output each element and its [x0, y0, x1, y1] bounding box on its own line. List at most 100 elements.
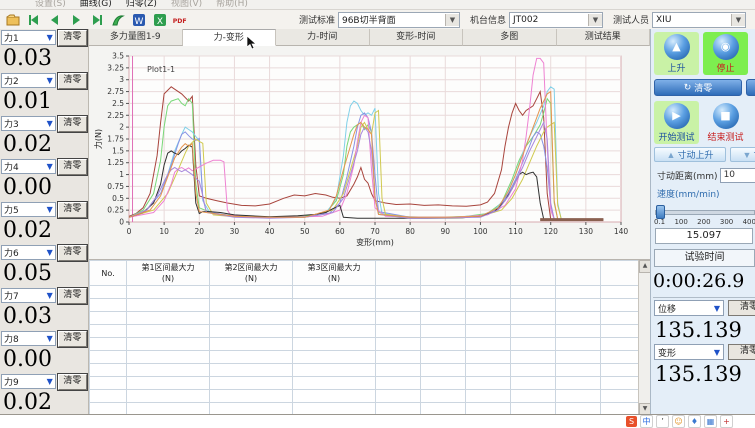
- punctuation-icon[interactable]: ’: [656, 415, 669, 428]
- table-row[interactable]: [90, 377, 646, 390]
- channel-select-6[interactable]: 力6▼: [1, 245, 56, 260]
- channel-zero-button-5[interactable]: 清零: [58, 202, 87, 218]
- channel-select-5[interactable]: 力5▼: [1, 202, 56, 217]
- channel-value-5: 0.02: [0, 218, 88, 244]
- menu-item-2[interactable]: 归零(Z): [121, 0, 162, 9]
- small-up-icon: ▲: [667, 150, 676, 160]
- force-channels-panel: 力1▼清零0.03力2▼清零0.01力3▼清零0.02力4▼清零0.00力5▼清…: [0, 29, 89, 415]
- field-select-2[interactable]: XIU▼: [652, 12, 746, 28]
- channel-zero-button-7[interactable]: 清零: [58, 288, 87, 304]
- menu-item-1[interactable]: 曲线(G): [75, 0, 117, 9]
- svg-text:1: 1: [119, 170, 124, 179]
- table-row[interactable]: [90, 299, 646, 312]
- chevron-down-icon: ▼: [445, 14, 459, 26]
- zero-all-button[interactable]: ↻ 清零: [654, 79, 742, 96]
- table-header-empty: [376, 261, 421, 286]
- tab-3[interactable]: 变形-时间: [370, 29, 464, 46]
- start-test-button[interactable]: ▶ 开始测试: [654, 101, 699, 144]
- inch-down-button[interactable]: ▼ 寸动下降: [730, 147, 755, 162]
- speed-label: 速度(mm/min): [651, 184, 755, 200]
- svg-text:20: 20: [195, 227, 205, 236]
- table-row[interactable]: [90, 338, 646, 351]
- svg-text:100: 100: [473, 227, 488, 236]
- table-row[interactable]: [90, 286, 646, 299]
- deform-zero-button[interactable]: 清零: [728, 344, 755, 360]
- open-file-icon[interactable]: [3, 11, 22, 28]
- table-row[interactable]: [90, 351, 646, 364]
- channel-zero-button-6[interactable]: 清零: [58, 245, 87, 261]
- curve-icon[interactable]: [108, 11, 127, 28]
- table-row[interactable]: [90, 364, 646, 377]
- table-header-empty: [556, 261, 601, 286]
- svg-text:130: 130: [579, 227, 594, 236]
- channel-select-1[interactable]: 力1▼: [1, 30, 56, 45]
- channel-select-9[interactable]: 力9▼: [1, 374, 56, 389]
- channel-zero-button-4[interactable]: 清零: [58, 159, 87, 175]
- channel-zero-button-2[interactable]: 清零: [58, 73, 87, 89]
- end-test-button[interactable]: ■ 结束测试: [703, 101, 748, 144]
- sogou-icon[interactable]: S: [626, 416, 637, 427]
- channel-select-8[interactable]: 力8▼: [1, 331, 56, 346]
- deform-select[interactable]: 变形 ▼: [654, 344, 724, 360]
- menu-item-3: 视图(V): [166, 0, 207, 9]
- export-pdf-icon[interactable]: PDF: [171, 11, 190, 28]
- slider-track: [655, 210, 755, 215]
- nav-first-icon[interactable]: [24, 11, 43, 28]
- keyboard-icon[interactable]: ▦: [704, 415, 717, 428]
- control-panel: ▲ 上升 ◉ 停止 ▼ 下降 ↻ 清零 ☰: [650, 29, 755, 415]
- export-word-icon[interactable]: W: [129, 11, 148, 28]
- chevron-down-icon: ▼: [47, 248, 53, 257]
- nav-prev-icon[interactable]: [45, 11, 64, 28]
- nav-last-icon[interactable]: [87, 11, 106, 28]
- table-scrollbar[interactable]: ▲ ▼: [638, 260, 650, 416]
- field-select-1[interactable]: JT002▼: [509, 12, 603, 28]
- inch-distance-input[interactable]: 10: [720, 168, 755, 183]
- displacement-select[interactable]: 位移 ▼: [654, 300, 724, 316]
- displacement-value: 135.139: [651, 316, 755, 342]
- channel-select-2[interactable]: 力2▼: [1, 73, 56, 88]
- toolbox-icon[interactable]: +: [720, 415, 733, 428]
- stop-button[interactable]: ◉ 停止: [703, 32, 748, 75]
- svg-text:0.75: 0.75: [107, 182, 124, 191]
- tab-0[interactable]: 多力量图1-9: [89, 29, 183, 46]
- tab-1[interactable]: 力-变形: [183, 29, 277, 46]
- field-label: 测试标准: [299, 13, 335, 26]
- tab-5[interactable]: 测试结果: [557, 29, 651, 46]
- svg-text:3: 3: [119, 75, 124, 84]
- channel-zero-button-1[interactable]: 清零: [58, 30, 87, 46]
- channel-value-8: 0.00: [0, 347, 88, 373]
- channel-select-7[interactable]: 力7▼: [1, 288, 56, 303]
- svg-text:1.75: 1.75: [107, 135, 124, 144]
- svg-text:PDF: PDF: [173, 18, 187, 25]
- inch-up-button[interactable]: ▲ 寸动上升: [654, 147, 726, 162]
- table-row[interactable]: [90, 390, 646, 403]
- jog-up-button[interactable]: ▲ 上升: [654, 32, 699, 75]
- table-row[interactable]: [90, 325, 646, 338]
- speed-slider[interactable]: [655, 204, 755, 218]
- export-excel-icon[interactable]: X: [150, 11, 169, 28]
- displacement-zero-button[interactable]: 清零: [728, 300, 755, 316]
- channel-zero-button-8[interactable]: 清零: [58, 331, 87, 347]
- channel-select-3[interactable]: 力3▼: [1, 116, 56, 131]
- channel-zero-button-3[interactable]: 清零: [58, 116, 87, 132]
- deform-value: 135.139: [651, 360, 755, 386]
- tab-2[interactable]: 力-时间: [276, 29, 370, 46]
- svg-text:140: 140: [614, 227, 629, 236]
- tab-4[interactable]: 多图: [463, 29, 557, 46]
- slider-thumb[interactable]: [656, 205, 665, 219]
- toolbar: WXPDF 测试标准96B切半背面▼机台信息JT002▼测试人员XIU▼: [0, 10, 755, 30]
- svg-text:1.5: 1.5: [112, 146, 124, 155]
- channel-value-9: 0.02: [0, 390, 88, 415]
- channel-block-5: 力5▼清零0.02: [0, 201, 88, 244]
- emoji-icon[interactable]: ☺: [672, 415, 685, 428]
- table-row[interactable]: [90, 312, 646, 325]
- svg-text:70: 70: [370, 227, 380, 236]
- voice-input-icon[interactable]: ♦: [688, 415, 701, 428]
- channel-select-4[interactable]: 力4▼: [1, 159, 56, 174]
- channel-block-6: 力6▼清零0.05: [0, 244, 88, 287]
- channel-zero-button-9[interactable]: 清零: [58, 374, 87, 390]
- secondary-action-button[interactable]: ☰: [746, 79, 755, 96]
- nav-next-icon[interactable]: [66, 11, 85, 28]
- field-select-0[interactable]: 96B切半背面▼: [338, 12, 460, 28]
- pinyin-mode-icon[interactable]: 中: [640, 415, 653, 428]
